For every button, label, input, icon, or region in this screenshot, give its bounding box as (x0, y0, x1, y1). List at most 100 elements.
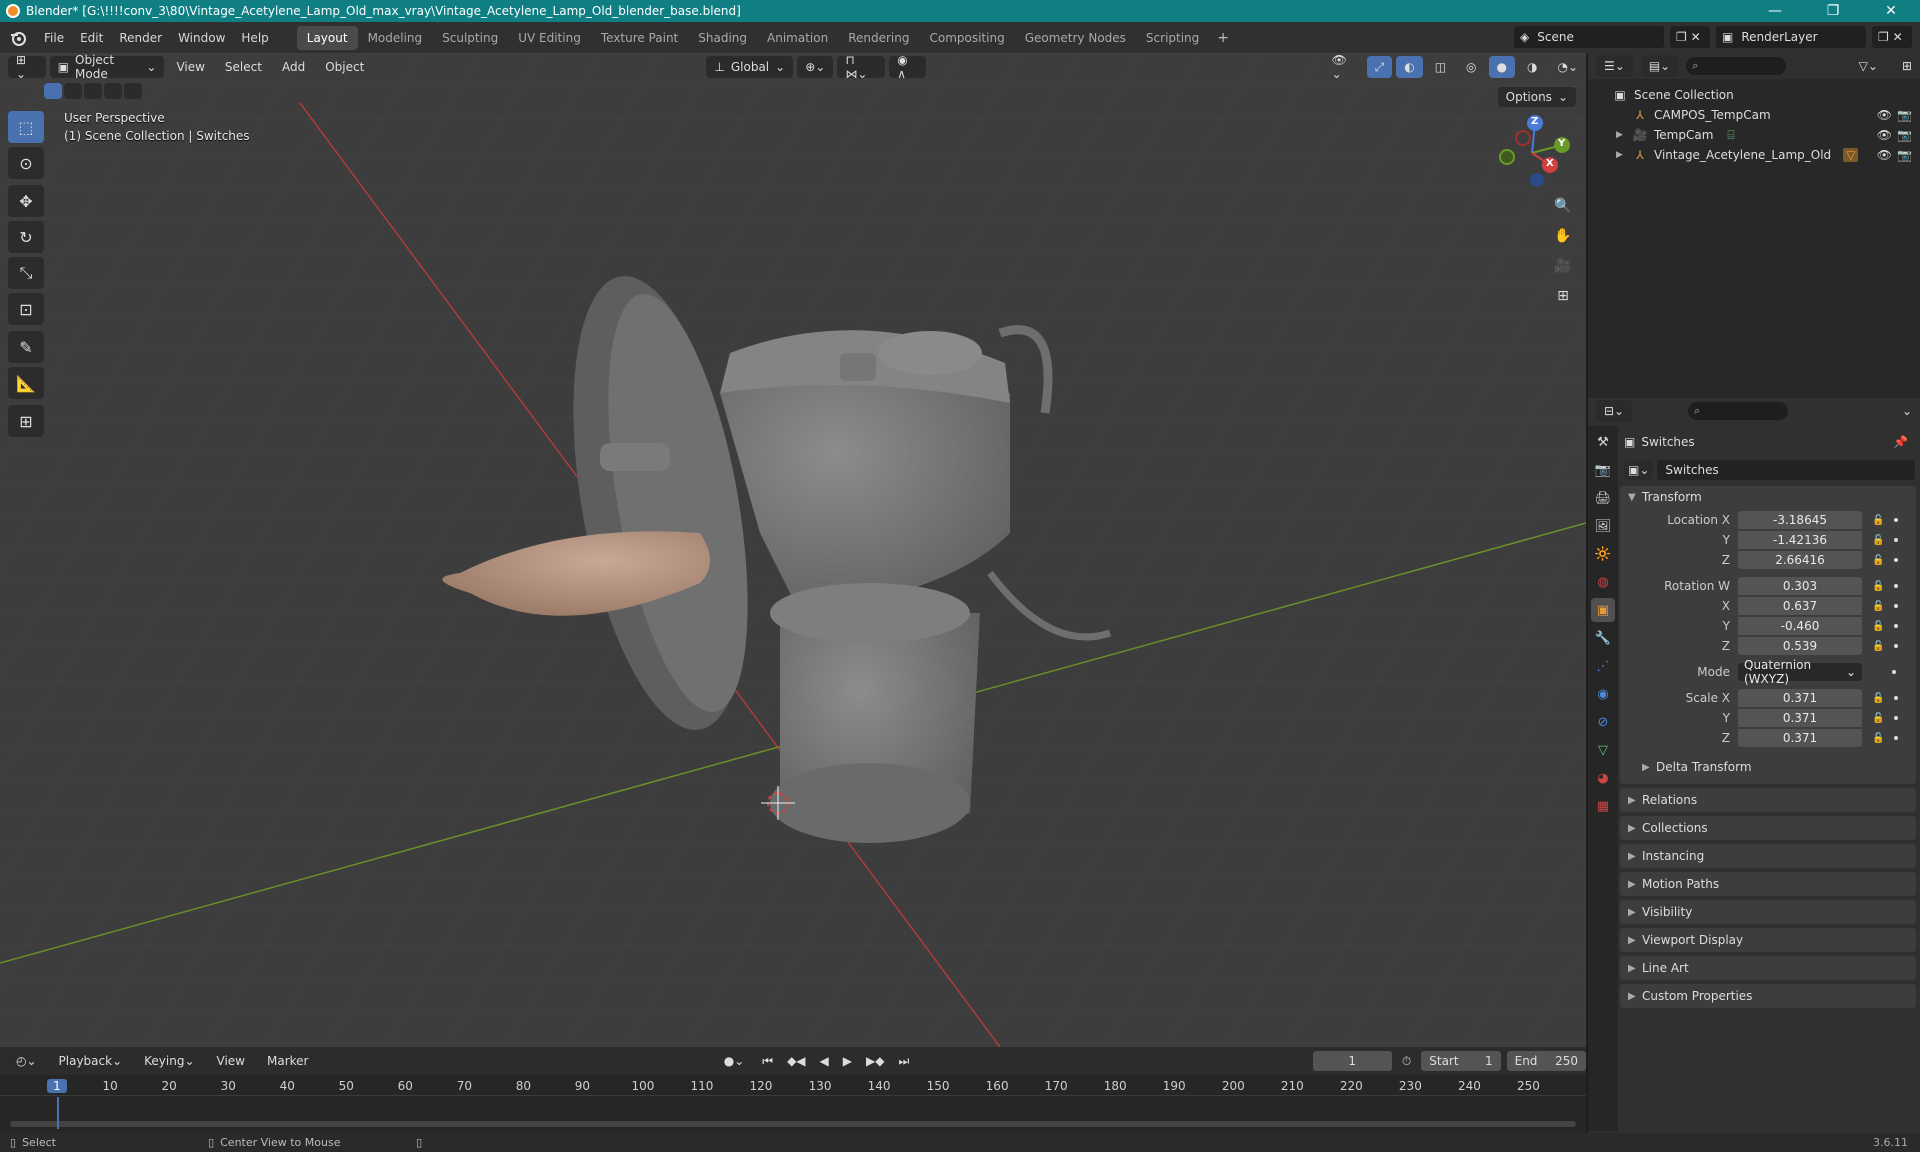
menu-keying[interactable]: Keying ⌄ (136, 1050, 202, 1072)
scale-icon[interactable]: ⤡ (8, 257, 44, 289)
playhead[interactable] (57, 1097, 59, 1129)
keyframe-dot-icon[interactable] (1894, 584, 1899, 588)
proportional-edit-icon[interactable]: ◉ ∧ (889, 53, 927, 81)
current-frame-field[interactable]: 1 (1312, 1051, 1392, 1071)
zoom-icon[interactable]: 🔍 (1550, 193, 1576, 219)
filter-icon[interactable]: ▽⌄ (1851, 55, 1886, 77)
delta-transform-subpanel[interactable]: ▶ Delta Transform (1620, 756, 1916, 778)
object-browse-icon[interactable]: ▣⌄ (1624, 460, 1654, 480)
tab-uv-editing[interactable]: UV Editing (508, 26, 591, 50)
motion-paths-panel[interactable]: ▶ Motion Paths (1620, 872, 1916, 896)
jump-end-icon[interactable]: ⏭ (894, 1050, 913, 1072)
location-z-field[interactable]: 2.66416 (1738, 551, 1862, 569)
menu-marker[interactable]: Marker (259, 1050, 316, 1072)
tab-modeling[interactable]: Modeling (358, 26, 433, 50)
camera-data-icon[interactable]: ⌸ (1727, 128, 1734, 143)
expand-arrow-icon[interactable]: ▶ (1616, 150, 1632, 160)
display-mode-icon[interactable]: ▤⌄ (1640, 55, 1679, 77)
tab-compositing[interactable]: Compositing (919, 26, 1014, 50)
tab-animation[interactable]: Animation (757, 26, 838, 50)
shading-solid-icon[interactable]: ● (1488, 56, 1515, 78)
particles-tab-icon[interactable]: ⋰ (1591, 654, 1615, 678)
rotation-w-field[interactable]: 0.303 (1738, 577, 1862, 595)
location-y-field[interactable]: -1.42136 (1738, 531, 1862, 549)
keyframe-dot-icon[interactable] (1894, 518, 1899, 522)
keyframe-dot-icon[interactable] (1894, 696, 1899, 700)
outliner-item-campos-tempcam[interactable]: ⅄ CAMPOS_TempCam 👁 📷 (1588, 105, 1920, 125)
next-keyframe-icon[interactable]: ▶◆ (862, 1050, 888, 1072)
output-tab-icon[interactable]: 🖨 (1591, 486, 1615, 510)
eye-icon[interactable]: 👁 (1877, 128, 1892, 142)
select-new-icon[interactable] (44, 83, 62, 99)
maximize-button[interactable]: ❐ (1804, 0, 1862, 22)
timeline-ruler[interactable]: 1 10 20 30 40 50 60 70 80 90 100 110 120 130 140 150 160… (0, 1075, 1586, 1133)
play-reverse-icon[interactable]: ◀ (816, 1050, 833, 1072)
keyframe-dot-icon[interactable] (1894, 644, 1899, 648)
lock-icon[interactable]: 🔓 (1872, 601, 1884, 612)
timeline-scrollbar[interactable] (10, 1121, 1576, 1127)
collections-panel[interactable]: ▶ Collections (1620, 816, 1916, 840)
lock-icon[interactable]: 🔓 (1872, 515, 1884, 526)
play-icon[interactable]: ▶ (839, 1050, 856, 1072)
tab-scripting[interactable]: Scripting (1136, 26, 1209, 50)
object-name-field[interactable]: Switches (1657, 460, 1916, 480)
stopwatch-icon[interactable]: ⏱ (1402, 1054, 1411, 1069)
minimize-button[interactable]: — (1746, 0, 1804, 22)
render-layer-selector[interactable]: ▣ RenderLayer (1716, 26, 1866, 48)
lock-icon[interactable]: 🔓 (1872, 581, 1884, 592)
end-frame-field[interactable]: End 250 (1506, 1051, 1586, 1071)
render-camera-icon[interactable]: 📷 (1897, 148, 1912, 162)
xray-icon[interactable]: ◫ (1427, 56, 1454, 78)
menu-file[interactable]: File (36, 31, 72, 45)
pivot-icon[interactable]: ⊕⌄ (797, 56, 834, 78)
tab-geometry-nodes[interactable]: Geometry Nodes (1015, 26, 1136, 50)
properties-search-input[interactable]: ⌕ (1688, 402, 1789, 420)
view-layer-tab-icon[interactable]: 🖼 (1591, 514, 1615, 538)
menu-timeline-view[interactable]: View (209, 1050, 253, 1072)
eye-icon[interactable]: 👁 (1877, 108, 1892, 122)
orientation-selector[interactable]: ⊥ Global ⌄ (706, 56, 794, 78)
modifier-icon[interactable]: ▽ (1843, 148, 1859, 162)
texture-tab-icon[interactable]: ▦ (1591, 794, 1615, 818)
start-frame-field[interactable]: Start 1 (1421, 1051, 1501, 1071)
menu-render[interactable]: Render (111, 31, 170, 45)
outliner-item-tempcam[interactable]: ▶ 🎥 TempCam ⌸ 👁 📷 (1588, 125, 1920, 145)
move-icon[interactable]: ✥ (8, 185, 44, 217)
tab-texture-paint[interactable]: Texture Paint (591, 26, 688, 50)
keyframe-dot-icon[interactable] (1894, 736, 1899, 740)
outliner-scene-collection[interactable]: ▣ Scene Collection (1588, 85, 1920, 105)
camera-view-icon[interactable]: 🎥 (1550, 253, 1576, 279)
render-camera-icon[interactable]: 📷 (1897, 128, 1912, 142)
select-intersect-icon[interactable] (124, 83, 142, 99)
record-icon[interactable]: ●⌄ (716, 1050, 753, 1072)
scale-x-field[interactable]: 0.371 (1738, 689, 1862, 707)
mode-selector[interactable]: ▣ Object Mode ⌄ (49, 53, 165, 81)
select-invert-icon[interactable] (104, 83, 122, 99)
keyframe-dot-icon[interactable] (1894, 624, 1899, 628)
lock-icon[interactable]: 🔓 (1872, 621, 1884, 632)
lock-icon[interactable]: 🔓 (1872, 555, 1884, 566)
lock-icon[interactable]: 🔓 (1872, 693, 1884, 704)
visibility-panel[interactable]: ▶ Visibility (1620, 900, 1916, 924)
instancing-panel[interactable]: ▶ Instancing (1620, 844, 1916, 868)
options-button[interactable]: Options ⌄ (1497, 87, 1576, 107)
editor-type-icon[interactable]: ⊞ ⌄ (8, 53, 46, 81)
chevron-down-icon[interactable]: ⌄ (1894, 400, 1920, 422)
3d-viewport[interactable]: Z Y X ⊞ ⌄ ▣ Object Mode ⌄ View Select Ad… (0, 53, 1586, 1047)
tab-shading[interactable]: Shading (688, 26, 757, 50)
transform-panel-header[interactable]: ▼ Transform (1620, 486, 1916, 508)
material-tab-icon[interactable]: ◕ (1591, 766, 1615, 790)
outliner-editor-type-icon[interactable]: ☰⌄ (1596, 55, 1633, 77)
lock-icon[interactable]: 🔓 (1872, 713, 1884, 724)
prev-keyframe-icon[interactable]: ◆◀ (783, 1050, 809, 1072)
render-tab-icon[interactable]: 📷 (1591, 458, 1615, 482)
menu-add[interactable]: Add (274, 56, 313, 78)
select-extend-icon[interactable] (64, 83, 82, 99)
rotation-x-field[interactable]: 0.637 (1738, 597, 1862, 615)
scene-tab-icon[interactable]: 🔆 (1591, 542, 1615, 566)
object-tab-icon[interactable]: ▣ (1591, 598, 1615, 622)
tab-rendering[interactable]: Rendering (838, 26, 919, 50)
overlay-toggle-icon[interactable]: ◐ (1396, 56, 1423, 78)
rotation-z-field[interactable]: 0.539 (1738, 637, 1862, 655)
menu-object[interactable]: Object (317, 56, 372, 78)
